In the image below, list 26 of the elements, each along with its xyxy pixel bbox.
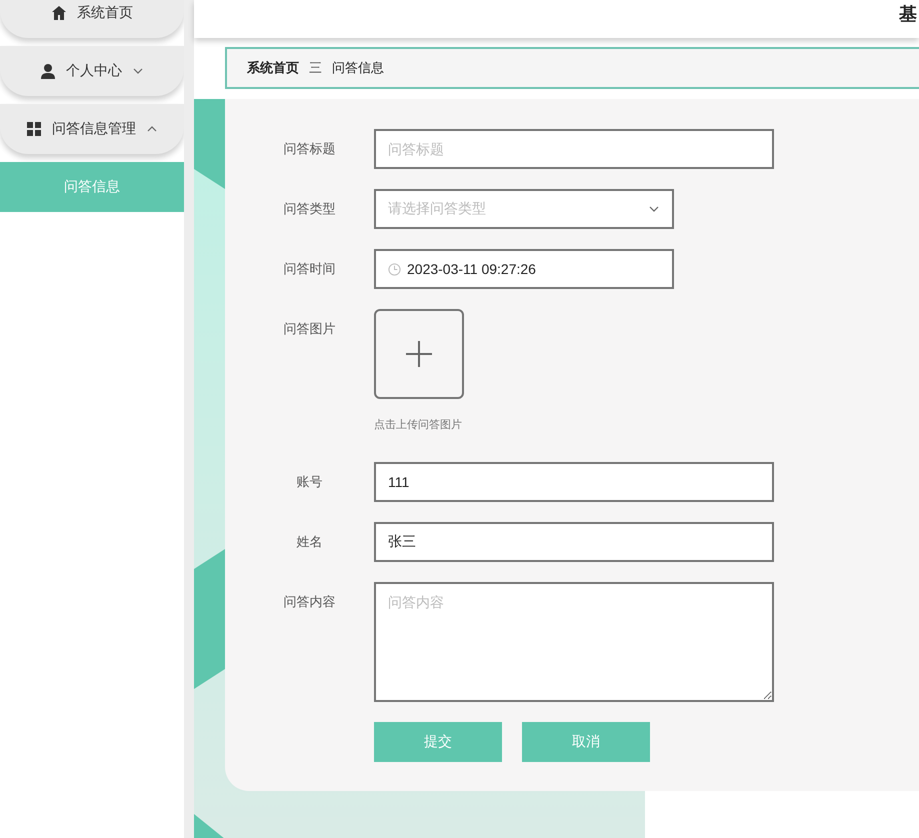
upload-hint: 点击上传问答图片	[374, 418, 463, 432]
field-label: 姓名	[296, 533, 324, 551]
field-label: 问答图片	[282, 320, 336, 338]
menu-item[interactable]: 系统首页	[0, 0, 184, 38]
menu-item[interactable]: 个人中心	[0, 46, 184, 96]
field-label: 账号	[296, 473, 324, 491]
menu-item[interactable]: 问答信息管理	[0, 104, 184, 154]
field-label: 问答时间	[282, 260, 336, 278]
user-icon	[40, 63, 56, 79]
site-title: 基	[899, 3, 917, 26]
field-label: 问答内容	[282, 593, 336, 611]
breadcrumb-separator: 三	[309, 59, 322, 77]
date-time-field[interactable]: 2023-03-11 09:27:26	[374, 249, 674, 289]
upload-button[interactable]	[374, 309, 464, 399]
text-field[interactable]: 张三	[374, 522, 774, 562]
field-label: 问答类型	[282, 200, 336, 218]
text-field[interactable]: 111	[374, 462, 774, 502]
breadcrumb-link[interactable]: 系统首页	[247, 59, 299, 77]
home-icon	[51, 5, 67, 21]
plus-icon	[405, 340, 433, 368]
clock-icon	[388, 262, 401, 276]
field-label: 问答标题	[282, 140, 336, 158]
breadcrumb-current: 问答信息	[332, 59, 384, 77]
text-area[interactable]: 问答内容	[374, 582, 774, 702]
text-field[interactable]: 问答标题	[374, 129, 774, 169]
grid-icon	[26, 121, 42, 137]
